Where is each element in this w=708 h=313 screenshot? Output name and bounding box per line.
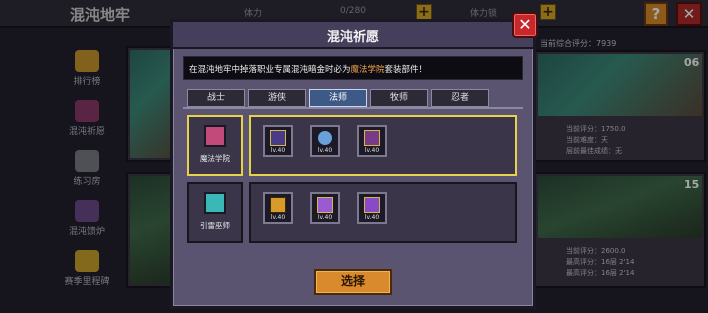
info-prefix: 在混沌地牢中掉落职业专属混沌暗金时必为 [189, 65, 351, 75]
thunder-hat-icon[interactable]: lv.40 [263, 192, 293, 224]
set-name: 魔法学院 [200, 154, 230, 163]
item-level: lv.40 [364, 147, 380, 154]
info-text: 在混沌地牢中掉落职业专属混沌暗金时必为魔法学院套装部件！ [189, 63, 427, 75]
wish-dialog: 混沌祈愿 ✕ 在混沌地牢中掉落职业专属混沌暗金时必为魔法学院套装部件！ 战士 游… [170, 12, 538, 309]
close-dialog-button[interactable]: ✕ [512, 12, 538, 38]
academy-robe-icon[interactable]: lv.40 [357, 125, 387, 157]
set-row-magic-academy[interactable]: 魔法学院 lv.40 lv.40 lv.40 [187, 115, 519, 176]
item-level: lv.40 [270, 147, 286, 154]
thunder-wizard-icon [204, 192, 226, 214]
select-button[interactable]: 选择 [314, 269, 392, 295]
item-art [364, 197, 380, 213]
magic-academy-icon [204, 125, 226, 147]
thunder-boots-icon[interactable]: lv.40 [357, 192, 387, 224]
tabs-divider [183, 107, 523, 109]
item-art [317, 197, 333, 213]
item-art [270, 130, 286, 146]
set-items: lv.40 lv.40 lv.40 [249, 182, 517, 243]
item-level: lv.40 [364, 214, 380, 221]
set-row-thunder-wizard[interactable]: 引雷巫师 lv.40 lv.40 lv.40 [187, 182, 519, 243]
thunder-armor-icon[interactable]: lv.40 [310, 192, 340, 224]
item-level: lv.40 [317, 214, 333, 221]
tab-ninja[interactable]: 忍者 [431, 89, 489, 107]
academy-orb-icon[interactable]: lv.40 [310, 125, 340, 157]
dialog-titlebar: 混沌祈愿 [173, 22, 533, 49]
set-class-card[interactable]: 魔法学院 [187, 115, 243, 176]
set-name: 引雷巫师 [200, 221, 230, 230]
item-art [364, 130, 380, 146]
item-art [317, 130, 333, 146]
item-art [270, 197, 286, 213]
item-level: lv.40 [270, 214, 286, 221]
info-bar: 在混沌地牢中掉落职业专属混沌暗金时必为魔法学院套装部件！ [183, 56, 523, 80]
item-level: lv.40 [317, 147, 333, 154]
info-highlight: 魔法学院 [350, 65, 385, 75]
info-suffix: 套装部件！ [384, 65, 428, 75]
game-screen: 混沌地牢 体力 0/280 + 体力锁 + ? ✕ 排行榜 混沌祈愿 练习房 混… [0, 0, 708, 313]
academy-hat-icon[interactable]: lv.40 [263, 125, 293, 157]
dialog-title: 混沌祈愿 [326, 30, 379, 45]
tab-ranger[interactable]: 游侠 [248, 89, 306, 107]
set-items: lv.40 lv.40 lv.40 [249, 115, 517, 176]
set-class-card[interactable]: 引雷巫师 [187, 182, 243, 243]
tab-mage[interactable]: 法师 [309, 89, 367, 107]
tab-warrior[interactable]: 战士 [187, 89, 245, 107]
tab-priest[interactable]: 牧师 [370, 89, 428, 107]
